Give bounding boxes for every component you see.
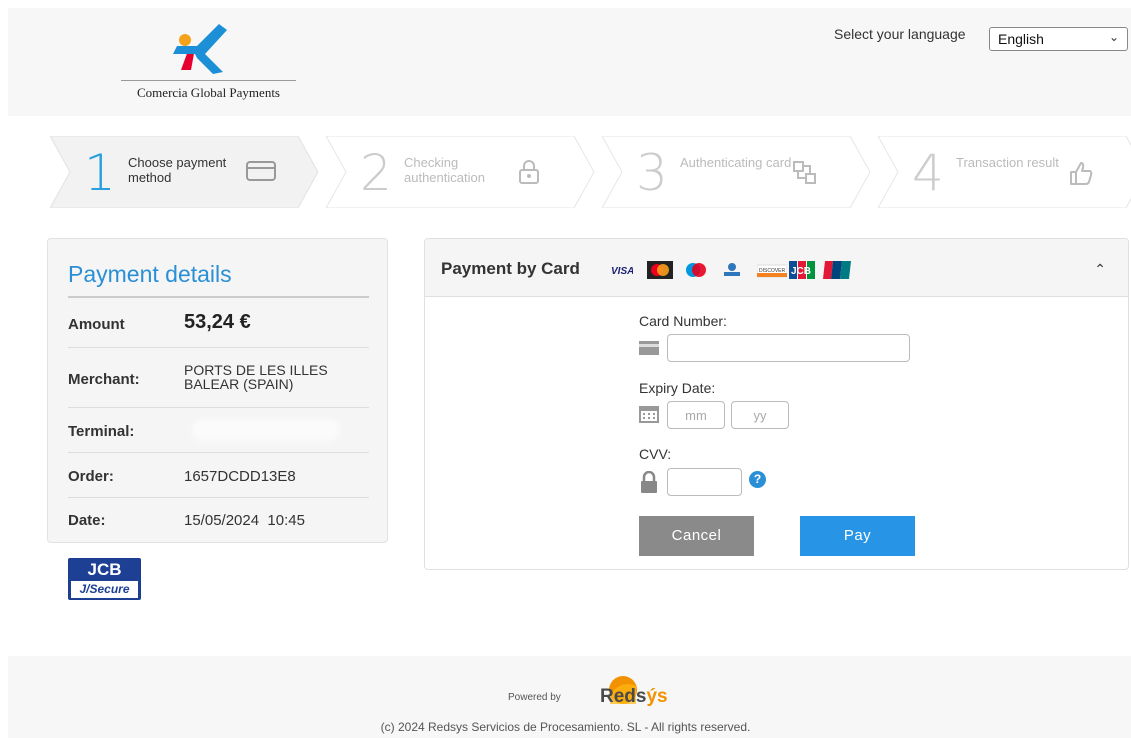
card-panel-title: Payment by Card — [441, 259, 580, 278]
unionpay-logo-icon — [823, 261, 851, 279]
jcb-badge-bottom: J/Secure — [71, 581, 138, 598]
logo-text: Comercia Global Payments — [121, 80, 296, 101]
step-3: 3 Authenticating card — [602, 136, 871, 208]
divider — [68, 347, 369, 348]
redsys-brand-accent: ýs — [646, 686, 668, 707]
step-3-label: Authenticating card — [680, 155, 792, 170]
payment-details-panel: Payment details Amount 53,24 € Merchant:… — [47, 238, 388, 543]
copyright-text: (c) 2024 Redsys Servicios de Procesamien… — [380, 720, 751, 734]
comercia-logo: Comercia Global Payments — [121, 20, 296, 100]
merchant-value-line2: BALEAR (SPAIN) — [184, 376, 294, 392]
order-value: 1657DCDD13E8 — [184, 468, 296, 485]
visa-logo-icon: VISA — [611, 266, 633, 277]
expiry-year-input[interactable]: yy — [731, 401, 789, 429]
mastercard-logo-icon — [647, 261, 673, 279]
chevron-up-icon[interactable]: ⌃ — [1094, 261, 1106, 278]
payment-details-title: Payment details — [68, 261, 232, 287]
pay-button[interactable]: Pay — [800, 516, 915, 556]
cvv-input[interactable] — [667, 468, 742, 496]
progress-stepper: 1 Choose payment method 2 Checking authe… — [50, 136, 1131, 208]
network-icon — [793, 161, 816, 184]
divider — [68, 407, 369, 408]
page-footer: Powered by Redsýs (c) 2024 Redsys Servic… — [8, 656, 1131, 738]
page-header: Comercia Global Payments Select your lan… — [8, 8, 1131, 116]
card-number-input[interactable] — [667, 334, 910, 362]
redsys-brand-main: Reds — [600, 686, 647, 707]
jcb-badge-top: JCB — [87, 560, 122, 579]
terminal-label: Terminal: — [68, 423, 135, 440]
step-2-label: Checking authentication — [404, 155, 485, 185]
amount-label: Amount — [68, 316, 125, 333]
svg-text:VISA: VISA — [611, 266, 633, 277]
amount-value: 53,24 € — [184, 311, 251, 333]
help-icon[interactable]: ? — [749, 471, 766, 488]
card-payment-panel: Payment by Card VISA DISCOVER JCB ⌃ Card… — [424, 238, 1129, 570]
jcb-logo-icon: JCB — [789, 261, 815, 279]
date-label: Date: — [68, 512, 106, 529]
terminal-value-redacted — [196, 423, 336, 437]
order-label: Order: — [68, 468, 114, 485]
cancel-button[interactable]: Cancel — [639, 516, 754, 556]
step-3-number: 3 — [636, 144, 668, 202]
date-value: 15/05/2024 10:45 — [184, 512, 305, 529]
redsys-brand-text: Redsýs — [600, 686, 668, 708]
jcb-secure-badge: JCB J/Secure — [68, 558, 141, 600]
card-panel-header[interactable]: Payment by Card VISA DISCOVER JCB ⌃ — [425, 239, 1128, 297]
calendar-icon — [639, 406, 659, 423]
divider — [68, 296, 369, 298]
card-icon — [639, 341, 659, 355]
expiry-date-label: Expiry Date: — [639, 380, 716, 396]
svg-text:JCB: JCB — [791, 266, 811, 277]
step-2: 2 Checking authentication — [326, 136, 595, 208]
divider — [68, 452, 369, 453]
amex-logo-icon — [724, 263, 740, 276]
language-select[interactable]: English ⌄ — [989, 27, 1128, 51]
step-1: 1 Choose payment method — [50, 136, 319, 208]
lock-icon — [519, 160, 539, 184]
step-1-label: Choose payment method — [128, 155, 227, 185]
lock-icon — [641, 471, 657, 493]
step-4-label: Transaction result — [956, 155, 1059, 170]
divider — [68, 497, 369, 498]
language-label: Select your language — [834, 26, 966, 42]
card-icon — [246, 161, 276, 181]
caixa-star-icon — [173, 24, 227, 74]
step-4: 4 Transaction result — [878, 136, 1131, 208]
step-4-number: 4 — [912, 144, 944, 202]
step-2-number: 2 — [360, 144, 392, 202]
svg-text:DISCOVER: DISCOVER — [759, 268, 786, 274]
merchant-label: Merchant: — [68, 371, 140, 388]
expiry-month-input[interactable]: mm — [667, 401, 725, 429]
cvv-label: CVV: — [639, 446, 672, 462]
card-number-label: Card Number: — [639, 313, 727, 329]
discover-logo-icon: DISCOVER — [757, 264, 787, 278]
maestro-logo-icon — [686, 263, 706, 277]
language-selected-value: English — [998, 31, 1044, 47]
step-1-number: 1 — [84, 144, 116, 202]
chevron-down-icon: ⌄ — [1108, 30, 1119, 44]
powered-by-label: Powered by — [508, 692, 561, 703]
thumbs-up-icon — [1070, 162, 1093, 185]
